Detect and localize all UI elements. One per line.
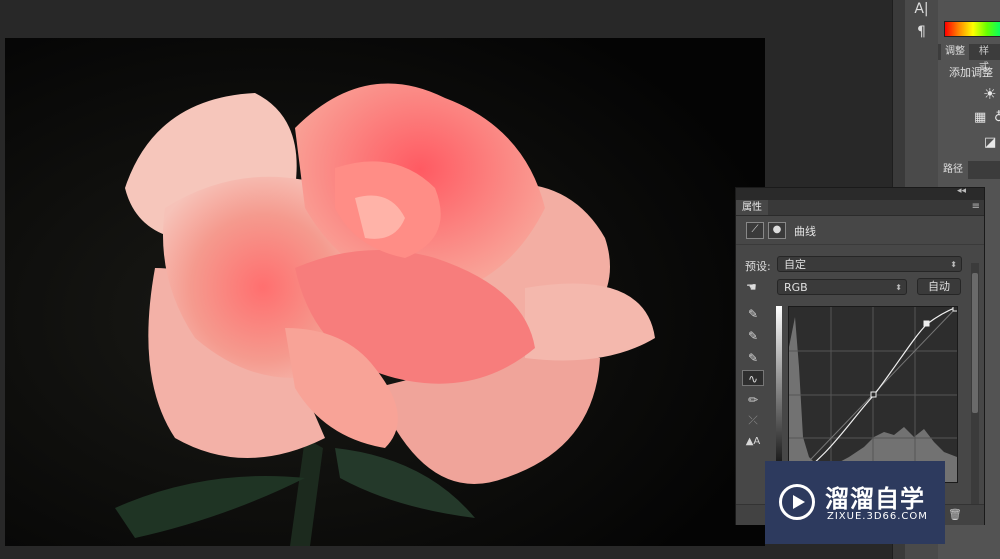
dropdown-arrow-icon: ⬍: [895, 283, 902, 292]
preset-dropdown[interactable]: 自定 ⬍: [777, 256, 962, 272]
auto-button[interactable]: 自动: [917, 278, 961, 295]
rose-photo: [5, 38, 765, 546]
dropdown-arrow-icon: ⬍: [950, 260, 957, 269]
mask-icon[interactable]: ●: [768, 222, 786, 239]
output-gradient: [776, 306, 782, 481]
preset-label: 预设:: [745, 260, 771, 273]
character-icon[interactable]: A|: [905, 1, 938, 17]
tab-paths[interactable]: 路径: [938, 161, 968, 179]
sample-black-icon[interactable]: ✎: [744, 350, 762, 366]
scroll-thumb[interactable]: [972, 273, 978, 413]
curve-point[interactable]: [870, 391, 877, 398]
adjustment-name: 曲线: [794, 225, 816, 238]
trash-icon[interactable]: 🗑: [948, 508, 962, 521]
panel-scrollbar[interactable]: [971, 263, 979, 513]
clipping-warning-icon[interactable]: ▲A: [744, 434, 762, 450]
curves-layer-icon[interactable]: ⟋: [746, 222, 764, 239]
properties-header: ⟋ ● 曲线: [736, 216, 984, 245]
add-adjustment-label: 添加调整: [949, 66, 993, 79]
curves-graph-svg: [789, 307, 957, 482]
pencil-icon[interactable]: ✏: [744, 392, 762, 408]
sample-gray-icon[interactable]: ✎: [744, 328, 762, 344]
curves-graph[interactable]: [788, 306, 958, 483]
brightness-icon[interactable]: ☀: [983, 85, 996, 103]
watermark: 溜溜自学 ZIXUE.3D66.COM: [765, 461, 945, 544]
channel-dropdown[interactable]: RGB ⬍: [777, 279, 907, 295]
panel-menu-icon[interactable]: ≡: [972, 201, 980, 212]
panel-titlebar: ◂◂: [736, 186, 984, 200]
smooth-icon[interactable]: ⤫: [744, 412, 762, 428]
tab-adjustments[interactable]: 调整: [941, 44, 969, 60]
watermark-url: ZIXUE.3D66.COM: [827, 511, 928, 522]
preset-value: 自定: [784, 258, 806, 271]
curve-edit-icon[interactable]: ∿: [742, 370, 764, 386]
document-image[interactable]: [5, 38, 765, 546]
curve-point[interactable]: [923, 320, 930, 327]
adjustments-tabbar: 调整 样式: [938, 44, 1000, 73]
color-spectrum[interactable]: [944, 21, 1000, 37]
tab-properties[interactable]: 属性: [736, 200, 768, 215]
properties-tabbar: 属性 ≡: [736, 200, 984, 216]
collapse-icon[interactable]: ◂◂: [957, 186, 966, 196]
exposure-icon[interactable]: ◪: [984, 135, 996, 150]
curves-adjust-icon[interactable]: ♁: [994, 110, 1000, 125]
sample-white-icon[interactable]: ✎: [744, 306, 762, 322]
channel-value: RGB: [784, 281, 808, 294]
paths-tabbar: 路径: [938, 161, 1000, 179]
levels-icon[interactable]: ▦: [974, 110, 986, 125]
watermark-title: 溜溜自学: [825, 485, 925, 513]
tab-styles[interactable]: 样式: [975, 44, 1000, 73]
on-image-adjust-icon[interactable]: ☚: [746, 280, 757, 294]
paragraph-icon[interactable]: ¶: [905, 24, 938, 40]
curve-point[interactable]: [952, 307, 957, 312]
play-logo-icon: [779, 484, 815, 520]
